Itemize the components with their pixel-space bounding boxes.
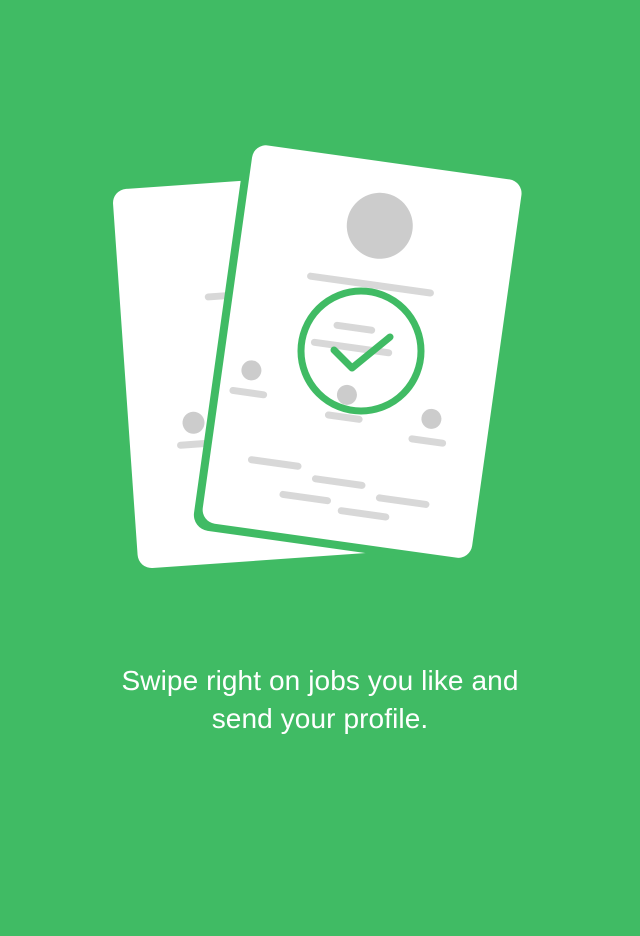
onboarding-message: Swipe right on jobs you like and send yo…	[60, 662, 580, 738]
onboarding-screen: Swipe right on jobs you like and send yo…	[0, 0, 640, 936]
front-job-card	[193, 144, 522, 566]
onboarding-message-line-1: Swipe right on jobs you like and	[121, 665, 519, 696]
onboarding-message-line-2: send your profile.	[211, 703, 429, 734]
job-cards-illustration	[113, 144, 522, 569]
